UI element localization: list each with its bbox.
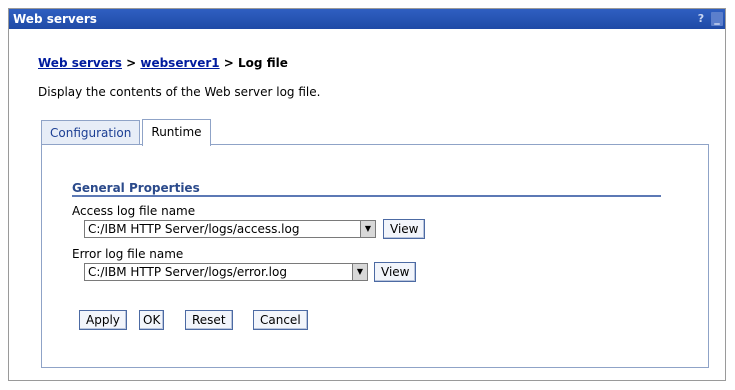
chevron-down-icon[interactable]: ▼ — [352, 264, 367, 280]
breadcrumb-separator: > — [219, 56, 239, 70]
error-log-label: Error log file name — [72, 247, 184, 261]
ok-button[interactable]: OK — [139, 310, 165, 330]
window-titlebar: Web servers ? _ — [9, 9, 725, 29]
view-access-log-button[interactable]: View — [383, 219, 426, 239]
tab-runtime[interactable]: Runtime — [142, 119, 211, 146]
breadcrumb-separator: > — [121, 56, 141, 70]
window-title: Web servers — [13, 12, 97, 26]
section-title-general-properties: General Properties — [72, 181, 661, 197]
breadcrumb-link-web-servers[interactable]: Web servers — [38, 56, 122, 70]
error-log-select-value: C:/IBM HTTP Server/logs/error.log — [88, 265, 287, 279]
reset-button[interactable]: Reset — [185, 310, 233, 330]
cancel-button[interactable]: Cancel — [253, 310, 308, 330]
tab-configuration[interactable]: Configuration — [41, 120, 141, 145]
access-log-select[interactable]: C:/IBM HTTP Server/logs/access.log ▼ — [84, 220, 376, 238]
chevron-down-icon[interactable]: ▼ — [360, 221, 375, 237]
apply-button[interactable]: Apply — [79, 310, 127, 330]
breadcrumb: Web servers > webserver1 > Log file — [38, 56, 288, 70]
minimize-icon[interactable]: _ — [711, 12, 723, 26]
breadcrumb-link-webserver1[interactable]: webserver1 — [140, 56, 219, 70]
help-icon[interactable]: ? — [695, 12, 707, 26]
breadcrumb-current: Log file — [238, 56, 288, 70]
portlet-window: Web servers ? _ Web servers > webserver1… — [8, 8, 726, 381]
tab-bar: Configuration Runtime — [41, 119, 213, 146]
window-controls: ? _ — [695, 9, 723, 29]
access-log-label: Access log file name — [72, 204, 196, 218]
access-log-select-value: C:/IBM HTTP Server/logs/access.log — [88, 222, 300, 236]
error-log-select[interactable]: C:/IBM HTTP Server/logs/error.log ▼ — [84, 263, 368, 281]
runtime-panel: General Properties Access log file name … — [41, 144, 709, 368]
view-error-log-button[interactable]: View — [374, 262, 417, 282]
page-description: Display the contents of the Web server l… — [38, 85, 321, 99]
